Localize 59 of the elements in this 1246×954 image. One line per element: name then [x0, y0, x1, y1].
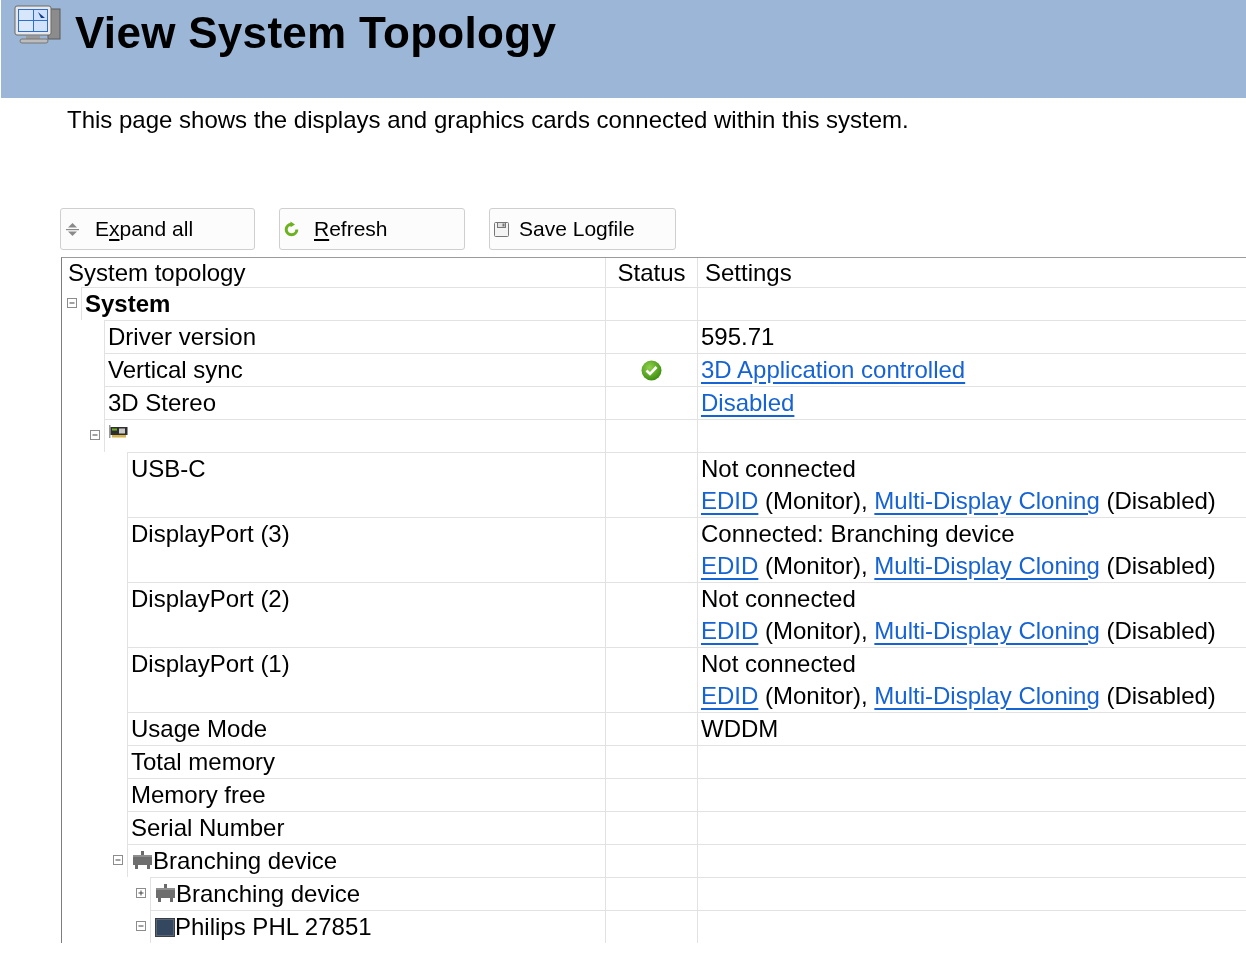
- tree-item-label: Philips PHL 27851: [175, 912, 372, 942]
- monitor-icon: [155, 918, 175, 937]
- column-header[interactable]: Settings: [697, 258, 1246, 287]
- setting-link[interactable]: EDID: [701, 615, 759, 647]
- setting-note: (Disabled): [1105, 551, 1216, 581]
- tree-item-label: Usage Mode: [131, 714, 268, 744]
- tree-item-label: Branching device: [153, 846, 338, 876]
- expand-all-button[interactable]: Expand all: [60, 208, 255, 250]
- graphics-card-icon: [109, 425, 128, 439]
- column-header[interactable]: Status: [605, 258, 697, 287]
- tree-item-label: USB-C: [131, 454, 206, 484]
- setting-value: Not connected: [701, 649, 856, 679]
- setting-link[interactable]: 3D Application controlled: [701, 354, 966, 386]
- chip-icon: [132, 851, 153, 870]
- setting-note: (Monitor),: [764, 616, 869, 646]
- setting-note: (Disabled): [1105, 486, 1216, 516]
- column-header[interactable]: System topology: [62, 258, 605, 287]
- collapse-toggle-icon[interactable]: [113, 855, 123, 865]
- setting-link[interactable]: Multi-Display Cloning: [874, 615, 1100, 647]
- setting-link[interactable]: Multi-Display Cloning: [874, 680, 1100, 712]
- tree-item-label: System: [85, 289, 171, 319]
- setting-note: (Monitor),: [764, 681, 869, 711]
- setting-link[interactable]: EDID: [701, 550, 759, 582]
- setting-note: (Monitor),: [764, 486, 869, 516]
- tree-item-label: Driver version: [108, 322, 257, 352]
- tree-item-label: Memory free: [131, 780, 266, 810]
- page-description: This page shows the displays and graphics cards connected within this system.: [67, 106, 910, 134]
- tree-item-label: DisplayPort (2): [131, 584, 290, 614]
- setting-note: (Disabled): [1105, 616, 1216, 646]
- save-logfile-button[interactable]: Save Logfile: [489, 208, 676, 250]
- setting-value: Not connected: [701, 454, 856, 484]
- setting-link[interactable]: Multi-Display Cloning: [874, 485, 1100, 517]
- tree-item-label: Vertical sync: [108, 355, 243, 385]
- collapse-toggle-icon[interactable]: [136, 921, 146, 931]
- setting-note: (Disabled): [1105, 681, 1216, 711]
- setting-link[interactable]: EDID: [701, 680, 759, 712]
- expand-collapse-icon: [64, 220, 81, 238]
- setting-value: WDDM: [701, 714, 779, 744]
- tree-item-label: DisplayPort (3): [131, 519, 290, 549]
- tree-item-label: Branching device: [176, 879, 361, 909]
- collapse-toggle-icon[interactable]: [90, 430, 100, 440]
- monitor-icon: [14, 5, 62, 45]
- tree-item-label: Serial Number: [131, 813, 285, 843]
- tree-item-label: DisplayPort (1): [131, 649, 290, 679]
- tree-item-label: 3D Stereo: [108, 388, 217, 418]
- setting-value: Connected: Branching device: [701, 519, 1015, 549]
- collapse-toggle-icon[interactable]: [67, 298, 77, 308]
- setting-value: 595.71: [701, 322, 775, 352]
- setting-link[interactable]: EDID: [701, 485, 759, 517]
- setting-value: Not connected: [701, 584, 856, 614]
- setting-link[interactable]: Disabled: [701, 387, 795, 419]
- refresh-button[interactable]: Refresh: [279, 208, 465, 250]
- tree-item-label: Total memory: [131, 747, 276, 777]
- refresh-icon: [283, 220, 300, 238]
- setting-note: (Monitor),: [764, 551, 869, 581]
- page-title: View System Topology: [75, 11, 557, 55]
- expand-toggle-icon[interactable]: [136, 888, 146, 898]
- setting-link[interactable]: Multi-Display Cloning: [874, 550, 1100, 582]
- chip-icon: [155, 884, 176, 903]
